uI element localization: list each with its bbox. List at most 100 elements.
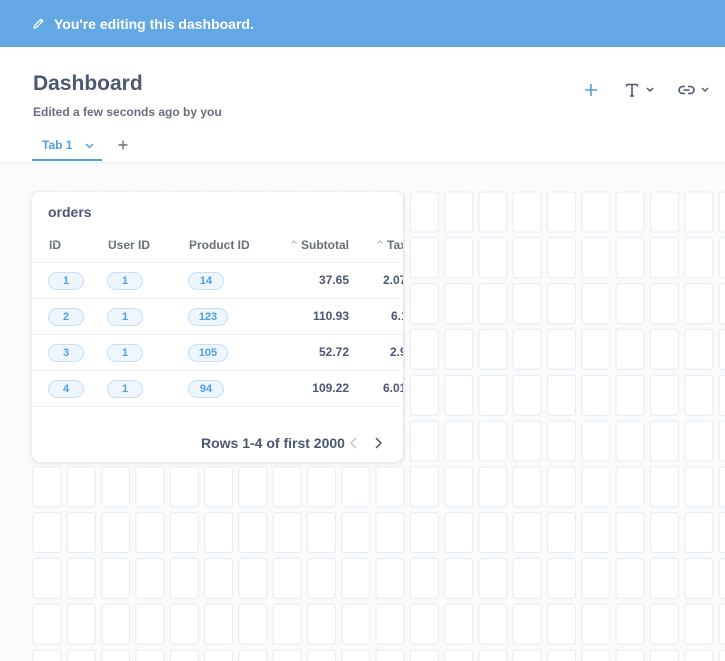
grid-cell xyxy=(32,649,62,661)
column-header-subtotal[interactable]: Subtotal xyxy=(290,238,349,252)
grid-cell xyxy=(718,466,725,508)
grid-cell xyxy=(204,649,233,661)
grid-cell xyxy=(547,283,576,325)
grid-cell xyxy=(512,557,542,599)
grid-cell xyxy=(718,328,725,370)
grid-cell xyxy=(512,420,542,462)
link-icon xyxy=(678,85,695,95)
page-title[interactable]: Dashboard xyxy=(33,72,143,96)
grid-cell xyxy=(135,557,165,599)
previous-page-button[interactable] xyxy=(348,436,360,450)
grid-cell xyxy=(615,191,645,233)
grid-cell xyxy=(512,374,542,416)
grid-cell xyxy=(409,466,439,508)
grid-cell xyxy=(135,466,165,508)
card-title[interactable]: orders xyxy=(48,204,92,220)
grid-cell xyxy=(444,557,474,599)
grid-cell xyxy=(375,603,405,645)
column-header-user-id[interactable]: User ID xyxy=(108,238,161,252)
grid-cell xyxy=(581,374,611,416)
grid-cell xyxy=(444,420,474,462)
id-cell[interactable]: 4 xyxy=(48,380,84,398)
dashboard-card-orders[interactable]: orders ID User ID Product ID Subtotal Ta… xyxy=(32,192,403,462)
add-tab-button[interactable] xyxy=(117,139,129,151)
grid-cell xyxy=(238,466,268,508)
add-question-button[interactable] xyxy=(583,82,599,98)
add-link-button[interactable] xyxy=(678,82,712,98)
column-header-id[interactable]: ID xyxy=(49,238,72,252)
grid-cell xyxy=(409,420,439,462)
grid-cell xyxy=(718,512,725,554)
add-text-button[interactable] xyxy=(624,82,656,98)
grid-cell xyxy=(444,283,474,325)
grid-cell xyxy=(547,374,576,416)
grid-cell xyxy=(478,420,508,462)
user-id-cell[interactable]: 1 xyxy=(107,344,143,362)
grid-cell xyxy=(101,603,131,645)
tab-1[interactable]: Tab 1 xyxy=(32,131,102,161)
dashboard-canvas: orders ID User ID Product ID Subtotal Ta… xyxy=(0,163,725,661)
grid-cell xyxy=(238,512,268,554)
grid-cell xyxy=(444,512,474,554)
grid-cell xyxy=(135,512,165,554)
column-header-product-id[interactable]: Product ID xyxy=(189,238,261,252)
grid-cell xyxy=(718,420,725,462)
grid-cell xyxy=(581,649,611,661)
grid-cell xyxy=(375,512,405,554)
product-id-cell[interactable]: 105 xyxy=(188,344,228,362)
tab-label: Tab 1 xyxy=(42,138,73,152)
edit-mode-banner: You're editing this dashboard. xyxy=(0,0,725,47)
dashboard-header: Dashboard Edited a few seconds ago by yo… xyxy=(0,47,725,163)
grid-cell xyxy=(444,466,474,508)
grid-cell xyxy=(409,649,439,661)
sort-icon xyxy=(376,240,384,249)
grid-cell xyxy=(66,512,96,554)
sort-icon xyxy=(109,240,161,249)
grid-cell xyxy=(615,374,645,416)
grid-cell xyxy=(718,557,725,599)
grid-cell xyxy=(409,374,439,416)
grid-cell xyxy=(409,603,439,645)
grid-cell xyxy=(615,328,645,370)
grid-cell xyxy=(615,557,645,599)
grid-cell xyxy=(375,649,405,661)
grid-cell xyxy=(478,557,508,599)
subtotal-cell: 37.65 xyxy=(318,273,349,287)
grid-cell xyxy=(649,420,679,462)
next-page-button[interactable] xyxy=(372,436,384,450)
grid-cell xyxy=(375,557,405,599)
grid-cell xyxy=(718,191,725,233)
grid-cell xyxy=(547,191,576,233)
product-id-cell[interactable]: 14 xyxy=(188,272,224,290)
grid-cell xyxy=(512,237,542,279)
product-id-cell[interactable]: 94 xyxy=(188,380,224,398)
id-cell[interactable]: 2 xyxy=(48,308,84,326)
grid-cell xyxy=(444,328,474,370)
chevron-down-icon[interactable] xyxy=(84,140,95,151)
plus-icon xyxy=(118,140,128,150)
user-id-cell[interactable]: 1 xyxy=(107,308,143,326)
grid-cell xyxy=(649,557,679,599)
tax-cell: 6.1 xyxy=(391,309,403,323)
grid-cell xyxy=(684,328,714,370)
grid-cell xyxy=(409,283,439,325)
id-cell[interactable]: 3 xyxy=(48,344,84,362)
grid-cell xyxy=(409,328,439,370)
tax-cell: 2.07 xyxy=(383,273,403,287)
grid-cell xyxy=(684,603,714,645)
user-id-cell[interactable]: 1 xyxy=(107,380,143,398)
id-cell[interactable]: 1 xyxy=(48,272,84,290)
grid-cell xyxy=(684,237,714,279)
last-edited-info: Edited a few seconds ago by you xyxy=(33,105,222,119)
grid-cell xyxy=(66,466,96,508)
product-id-cell[interactable]: 123 xyxy=(188,308,228,326)
user-id-cell[interactable]: 1 xyxy=(107,272,143,290)
grid-cell xyxy=(478,603,508,645)
grid-cell xyxy=(649,191,679,233)
grid-cell xyxy=(512,466,542,508)
grid-cell xyxy=(169,603,199,645)
grid-cell xyxy=(718,374,725,416)
subtotal-cell: 110.93 xyxy=(312,309,349,323)
grid-cell xyxy=(238,557,268,599)
column-header-tax[interactable]: Tax xyxy=(376,238,403,252)
